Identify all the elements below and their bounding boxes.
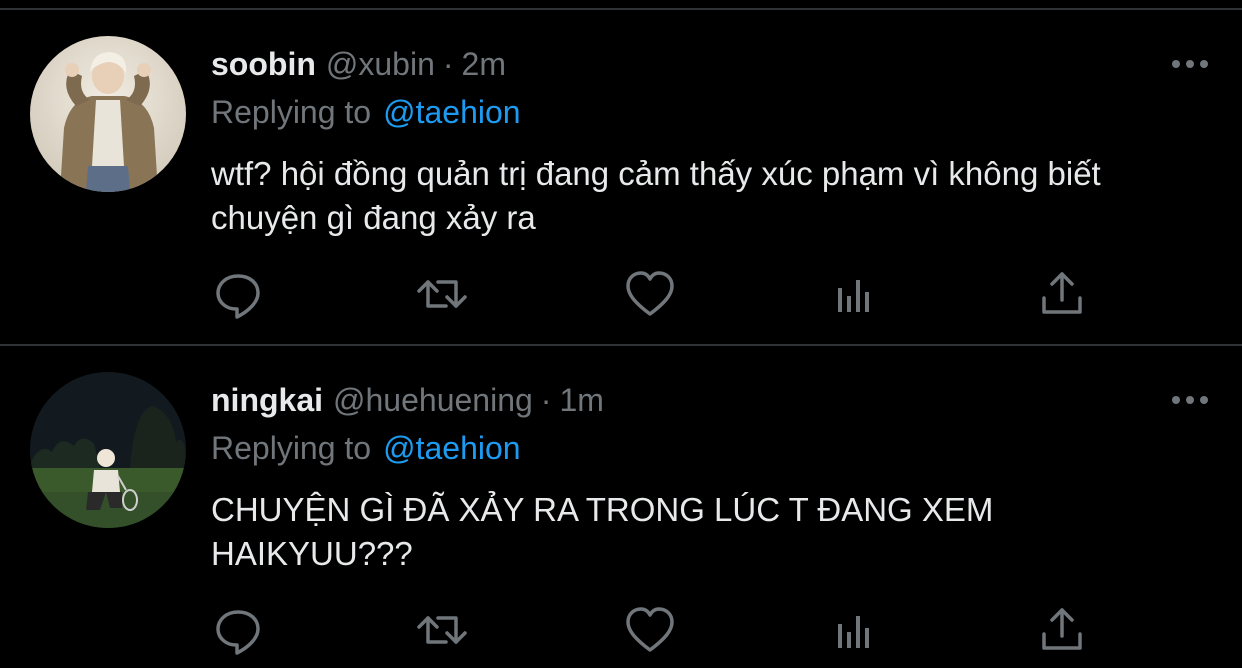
- more-horizontal-icon: [1172, 396, 1208, 404]
- separator-dot: ·: [540, 382, 552, 418]
- reply-button[interactable]: [210, 602, 266, 658]
- tweet-text: CHUYỆN GÌ ĐÃ XẢY RA TRONG LÚC T ĐANG XEM…: [211, 491, 994, 572]
- replying-to-mention[interactable]: @taehion: [383, 94, 520, 130]
- separator-dot: ·: [442, 46, 454, 82]
- analytics-icon: [838, 616, 869, 648]
- reply-button[interactable]: [210, 266, 266, 322]
- replying-to: Replying to @taehion: [211, 92, 521, 132]
- share-button[interactable]: [1034, 266, 1090, 322]
- tweet-text: wtf? hội đồng quản trị đang cảm thấy xúc…: [211, 155, 1101, 236]
- tweet-actions: [0, 266, 1242, 326]
- tweet-actions: [0, 602, 1242, 662]
- more-horizontal-icon: [1172, 60, 1208, 68]
- user-handle[interactable]: @huehuening: [333, 382, 533, 418]
- analytics-button[interactable]: [828, 266, 884, 322]
- replying-to: Replying to @taehion: [211, 428, 521, 468]
- top-divider: [0, 0, 1242, 10]
- retweet-button[interactable]: [414, 266, 470, 322]
- heart-icon: [626, 271, 674, 316]
- avatar[interactable]: [30, 36, 186, 192]
- more-options-button[interactable]: [1168, 52, 1212, 76]
- retweet-button[interactable]: [414, 602, 470, 658]
- avatar[interactable]: [30, 372, 186, 528]
- analytics-button[interactable]: [828, 602, 884, 658]
- heart-icon: [626, 607, 674, 652]
- share-icon: [1042, 272, 1082, 314]
- timestamp[interactable]: 2m: [462, 46, 506, 82]
- like-button[interactable]: [622, 602, 678, 658]
- reply-icon: [216, 610, 260, 655]
- retweet-icon: [417, 280, 467, 308]
- display-name[interactable]: soobin: [211, 46, 316, 82]
- like-button[interactable]: [622, 266, 678, 322]
- tweet-item[interactable]: ningkai @huehuening · 1m Replying to @taehio…: [0, 348, 1242, 668]
- reply-icon: [216, 274, 260, 319]
- replying-to-label: Replying to: [211, 430, 372, 466]
- timestamp[interactable]: 1m: [559, 382, 603, 418]
- retweet-icon: [417, 616, 467, 644]
- more-options-button[interactable]: [1168, 388, 1212, 412]
- replying-to-label: Replying to: [211, 94, 372, 130]
- tweet-item[interactable]: soobin @xubin · 2m Replying to @taehion wtf?…: [0, 12, 1242, 346]
- replying-to-mention[interactable]: @taehion: [383, 430, 520, 466]
- analytics-icon: [838, 280, 869, 312]
- share-button[interactable]: [1034, 602, 1090, 658]
- tweet-header: soobin @xubin · 2m: [211, 44, 506, 84]
- user-handle[interactable]: @xubin: [326, 46, 435, 82]
- display-name[interactable]: ningkai: [211, 382, 323, 418]
- tweet-header: ningkai @huehuening · 1m: [211, 380, 604, 420]
- share-icon: [1042, 608, 1082, 650]
